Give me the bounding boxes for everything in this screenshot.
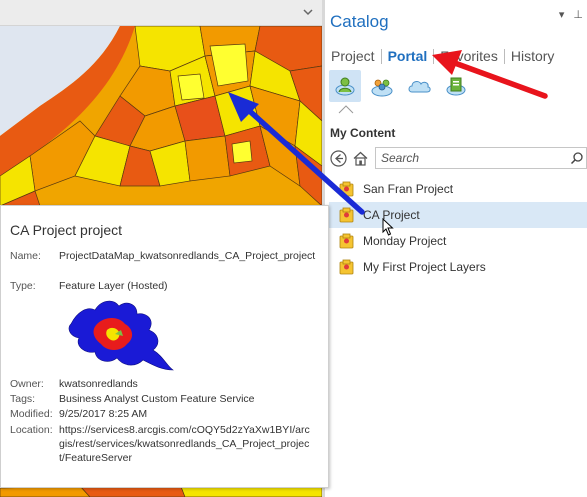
type-value: Feature Layer (Hosted) [59, 280, 168, 292]
search-input[interactable] [381, 150, 561, 166]
project-package-icon [339, 207, 354, 223]
name-label: Name: [10, 250, 41, 262]
tab-history[interactable]: History [511, 48, 555, 64]
tab-separator [503, 48, 505, 64]
portal-source-toolbar [329, 70, 477, 102]
list-item-label: San Fran Project [363, 182, 454, 196]
portal-content-list: San Fran Project CA Project Monday Proje… [329, 176, 587, 280]
owner-label: Owner: [10, 378, 44, 390]
section-label-my-content: My Content [330, 126, 396, 140]
map-view-header [0, 0, 322, 26]
back-arrow-icon [329, 149, 347, 167]
project-package-icon [339, 181, 354, 197]
my-content-icon [335, 77, 355, 96]
my-content-button[interactable] [329, 70, 361, 102]
tooltip-title: CA Project project [10, 222, 123, 238]
tab-separator [433, 48, 435, 64]
list-item-ca-project[interactable]: CA Project [329, 202, 587, 228]
list-item-my-first-project-layers[interactable]: My First Project Layers [329, 254, 587, 280]
location-label: Location: [10, 424, 53, 436]
search-box [375, 147, 587, 169]
back-button[interactable] [329, 149, 347, 167]
list-item-label: My First Project Layers [363, 260, 486, 274]
location-value: https://services8.arcgis.com/cOQY5d2zYaX… [59, 424, 310, 464]
all-portal-button[interactable] [403, 70, 435, 102]
list-item-monday-project[interactable]: Monday Project [329, 228, 587, 254]
type-label: Type: [10, 280, 36, 292]
home-button[interactable] [351, 149, 369, 167]
tab-project[interactable]: Project [331, 48, 375, 64]
tab-favorites[interactable]: Favorites [440, 48, 498, 64]
project-package-icon [339, 233, 354, 249]
item-details-tooltip: CA Project project Name: ProjectDataMap_… [0, 205, 329, 488]
modified-value: 9/25/2017 8:25 AM [59, 408, 148, 420]
modified-label: Modified: [10, 408, 53, 420]
tags-value: Business Analyst Custom Feature Service [59, 393, 255, 405]
cloud-icon [408, 81, 431, 93]
living-atlas-button[interactable] [440, 70, 472, 102]
name-value: ProjectDataMap_kwatsonredlands_CA_Projec… [59, 250, 316, 262]
chevron-down-icon[interactable] [302, 6, 314, 18]
layer-thumbnail [68, 300, 174, 371]
catalog-tabs: Project Portal Favorites History [331, 46, 554, 66]
pane-controls: ▾ ⊥ [553, 8, 583, 21]
tab-separator [380, 48, 382, 64]
selection-pointer-icon [338, 105, 354, 114]
mouse-cursor-icon [382, 218, 394, 236]
search-icon[interactable] [570, 151, 584, 165]
pin-icon[interactable]: ⊥ [573, 9, 583, 21]
catalog-pane: Catalog ▾ ⊥ Project Portal Favorites His… [325, 0, 587, 497]
catalog-title: Catalog [330, 12, 389, 31]
pane-options-icon[interactable]: ▾ [559, 9, 565, 21]
owner-value: kwatsonredlands [59, 378, 138, 390]
tags-label: Tags: [10, 393, 36, 405]
tab-portal[interactable]: Portal [388, 48, 428, 64]
groups-icon [371, 79, 393, 97]
catalog-nav-row [329, 147, 587, 169]
list-item-san-fran-project[interactable]: San Fran Project [329, 176, 587, 202]
groups-button[interactable] [366, 70, 398, 102]
project-package-icon [339, 259, 354, 275]
home-icon [353, 151, 367, 166]
list-item-label: Monday Project [363, 234, 447, 248]
living-atlas-icon [446, 77, 466, 96]
